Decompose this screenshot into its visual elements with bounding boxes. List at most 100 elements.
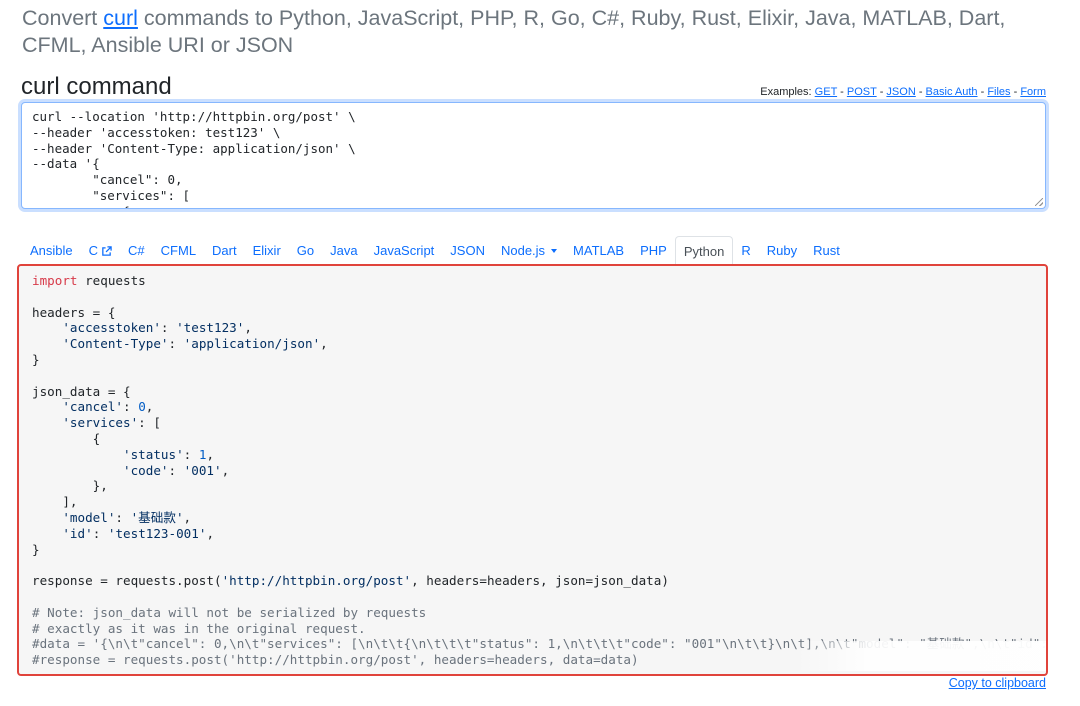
curl-command-text[interactable]: curl --location 'http://httpbin.org/post… bbox=[22, 103, 1045, 208]
examples-label: Examples: bbox=[760, 86, 815, 98]
tab-r[interactable]: R bbox=[733, 236, 758, 266]
example-post-link[interactable]: POST bbox=[847, 86, 877, 98]
code-token: 'test123-001' bbox=[107, 525, 207, 541]
example-form-link[interactable]: Form bbox=[1020, 86, 1046, 98]
tab-label: C# bbox=[128, 243, 145, 258]
tab-csharp[interactable]: C# bbox=[120, 236, 153, 266]
code-line: 'id': 'test123-001', bbox=[32, 526, 214, 541]
copy-to-clipboard-link[interactable]: Copy to clipboard bbox=[949, 676, 1046, 690]
page: Convert curl commands to Python, JavaScr… bbox=[0, 0, 1080, 706]
code-token: 'http://httpbin.org/post' bbox=[221, 573, 412, 589]
page-headline: Convert curl commands to Python, JavaScr… bbox=[22, 5, 1022, 59]
tab-rust[interactable]: Rust bbox=[805, 236, 848, 266]
code-token: } bbox=[32, 541, 40, 557]
code-token: 'application/json' bbox=[183, 336, 321, 352]
tab-python[interactable]: Python bbox=[674, 236, 734, 267]
code-token: 'id' bbox=[62, 525, 93, 541]
code-token: requests bbox=[77, 273, 146, 288]
tab-label: R bbox=[741, 243, 751, 258]
code-token: # exactly as it was in the original requ… bbox=[32, 620, 366, 636]
example-basic-auth-link[interactable]: Basic Auth bbox=[926, 86, 978, 98]
headline-prefix: Convert bbox=[22, 6, 104, 30]
code-token: 'code' bbox=[123, 462, 169, 478]
tab-java[interactable]: Java bbox=[322, 236, 365, 266]
code-token: } bbox=[32, 351, 40, 367]
tab-label: Ruby bbox=[766, 243, 798, 258]
code-token: response = requests.post( bbox=[32, 573, 222, 589]
code-token: 'accesstoken' bbox=[62, 320, 161, 336]
tab-label: Node.js bbox=[500, 243, 546, 258]
tab-ansible[interactable]: Ansible bbox=[22, 236, 81, 266]
tab-label: CFML bbox=[160, 243, 197, 258]
code-token: , bbox=[221, 462, 230, 478]
code-line: } bbox=[32, 542, 40, 557]
code-token: #response = requests.post('http://httpbi… bbox=[32, 652, 639, 668]
code-line: 'status': 1, bbox=[32, 447, 214, 462]
tab-matlab[interactable]: MATLAB bbox=[565, 236, 632, 266]
tab-ruby[interactable]: Ruby bbox=[759, 236, 805, 266]
code-token: : bbox=[168, 336, 184, 352]
tab-label: Java bbox=[330, 243, 358, 258]
code-token: ], bbox=[32, 494, 78, 510]
generated-code-output[interactable]: import requests headers = { 'accesstoken… bbox=[17, 264, 1048, 676]
code-line: headers = { bbox=[32, 305, 115, 320]
tab-php[interactable]: PHP bbox=[632, 236, 675, 266]
code-line: 'Content-Type': 'application/json', bbox=[32, 336, 327, 352]
tab-label: JSON bbox=[450, 243, 485, 258]
python-code[interactable]: import requests headers = { 'accesstoken… bbox=[19, 266, 1046, 674]
code-line: # exactly as it was in the original requ… bbox=[32, 621, 366, 636]
code-line: import requests bbox=[32, 273, 146, 288]
code-token: : bbox=[168, 462, 184, 478]
code-token: , bbox=[206, 525, 215, 541]
tab-label: Rust bbox=[813, 243, 840, 258]
code-line: }, bbox=[32, 478, 108, 493]
separator: - bbox=[1010, 86, 1021, 98]
code-line: 'cancel': 0, bbox=[32, 399, 153, 414]
code-token: , headers=headers, json=json_data) bbox=[411, 573, 669, 589]
code-token: , bbox=[244, 320, 252, 336]
tab-javascript[interactable]: JavaScript bbox=[366, 236, 443, 266]
curl-command-input[interactable]: curl --location 'http://httpbin.org/post… bbox=[21, 102, 1046, 209]
tab-go[interactable]: Go bbox=[289, 236, 322, 266]
code-token: : bbox=[160, 320, 177, 336]
code-line: } bbox=[32, 352, 40, 367]
headline-suffix: commands to Python, JavaScript, PHP, R, … bbox=[22, 6, 1006, 57]
code-line: ], bbox=[32, 494, 78, 510]
code-token: 'status' bbox=[123, 446, 184, 462]
tab-c[interactable]: C bbox=[81, 236, 120, 266]
tab-cfml[interactable]: CFML bbox=[153, 236, 204, 266]
tab-label: Ansible bbox=[30, 243, 73, 258]
tab-dart[interactable]: Dart bbox=[204, 236, 245, 266]
code-token: headers = { bbox=[32, 304, 116, 320]
watermark-blur bbox=[796, 641, 1046, 671]
tab-label: Python bbox=[683, 244, 725, 259]
tab-elixir[interactable]: Elixir bbox=[245, 236, 289, 266]
code-token: # Note: json_data will not be serialized… bbox=[32, 604, 427, 620]
code-token: , bbox=[206, 446, 215, 462]
code-token: 'model' bbox=[62, 509, 116, 525]
tab-json[interactable]: JSON bbox=[442, 236, 493, 266]
code-token: json_data = { bbox=[32, 383, 131, 399]
code-token: }, bbox=[32, 478, 108, 494]
code-token: : [ bbox=[138, 415, 161, 431]
example-json-link[interactable]: JSON bbox=[886, 86, 915, 98]
code-line: { bbox=[32, 431, 101, 446]
tab-nodejs-dropdown[interactable]: Node.js bbox=[493, 236, 565, 266]
code-token: 'cancel' bbox=[62, 399, 124, 415]
example-get-link[interactable]: GET bbox=[815, 86, 837, 98]
example-files-link[interactable]: Files bbox=[987, 86, 1010, 98]
code-line: 'accesstoken': 'test123', bbox=[32, 320, 252, 335]
code-token: '001' bbox=[183, 462, 222, 478]
curl-link[interactable]: curl bbox=[103, 6, 138, 30]
resize-grip-icon[interactable] bbox=[1035, 198, 1043, 206]
separator: - bbox=[876, 86, 887, 98]
code-line: #response = requests.post('http://httpbi… bbox=[32, 652, 639, 667]
code-token: import bbox=[32, 273, 78, 288]
code-token: 'services' bbox=[62, 415, 139, 431]
